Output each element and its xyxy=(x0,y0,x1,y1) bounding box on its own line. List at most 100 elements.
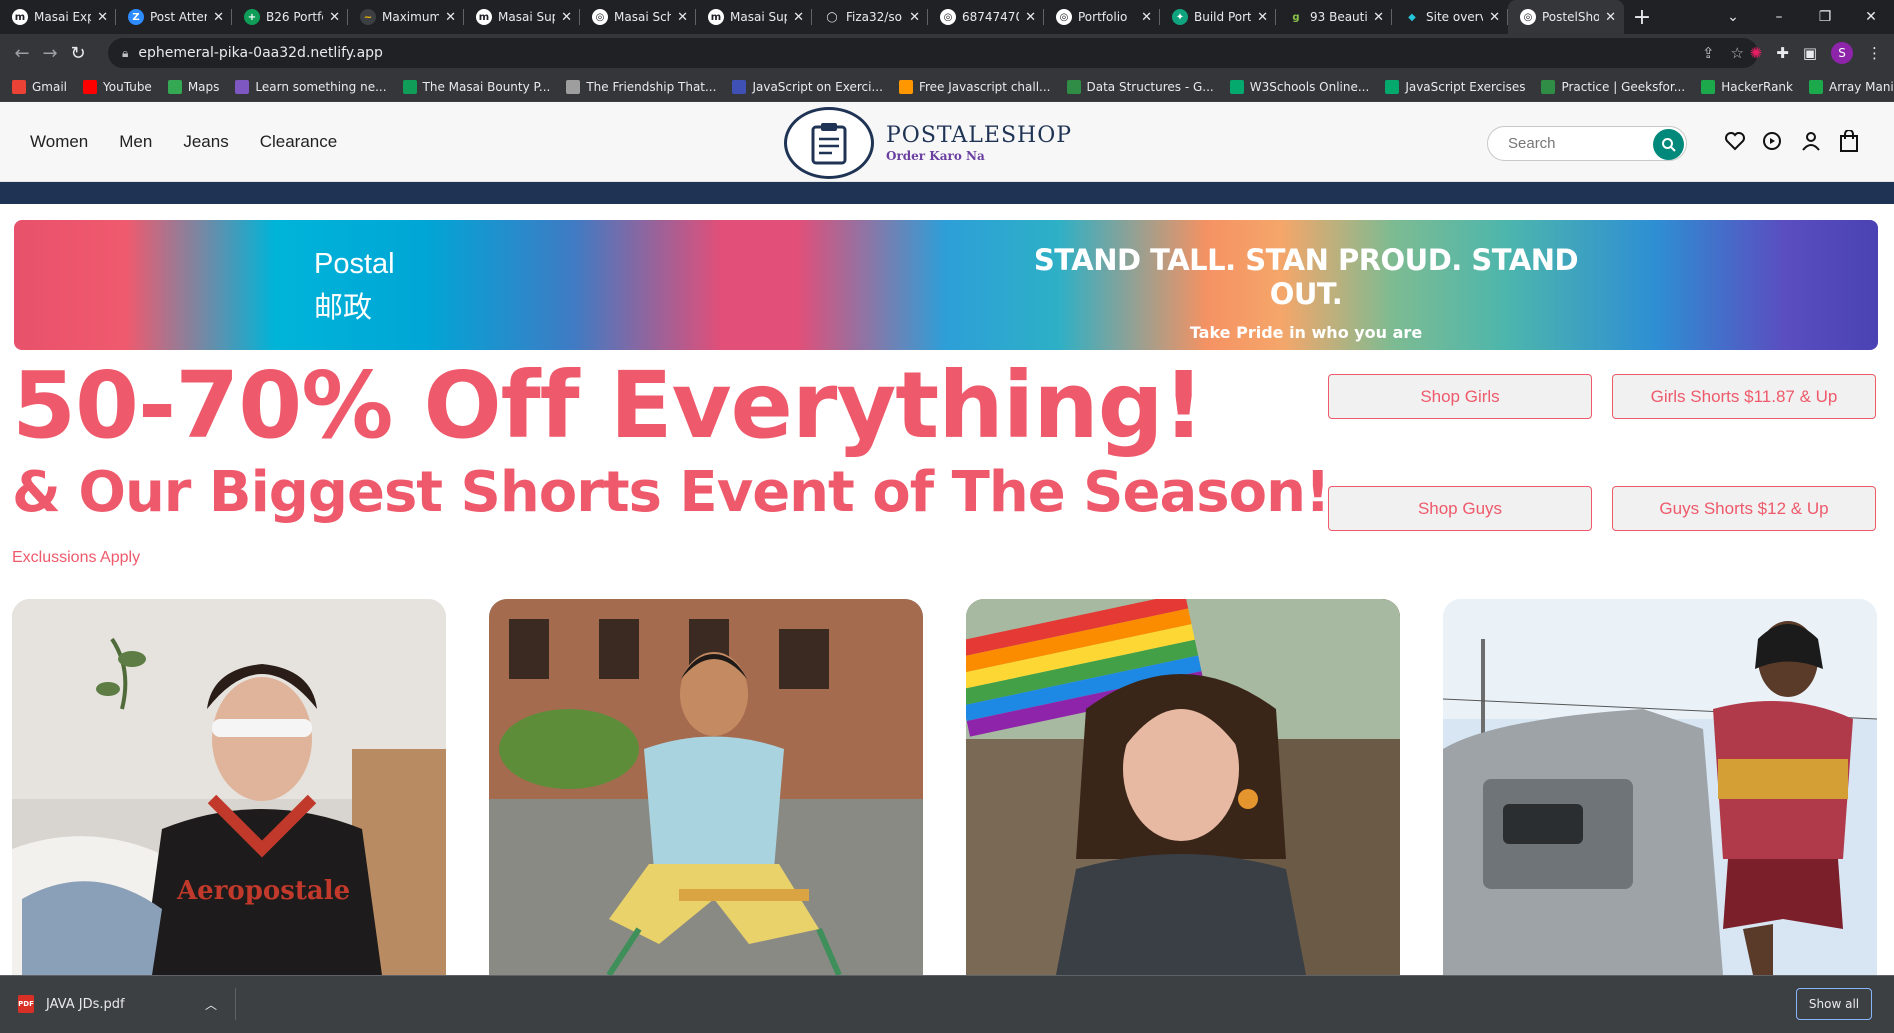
tab-title[interactable]: PostelSho xyxy=(1542,10,1599,24)
tab-close-icon[interactable]: ✕ xyxy=(1489,10,1500,25)
product-image-men-shorts[interactable] xyxy=(489,599,923,975)
bookmark-label[interactable]: The Friendship That... xyxy=(586,80,716,94)
browser-tab[interactable]: Z Post Atter ✕ xyxy=(116,0,232,34)
bookmark-label[interactable]: Free Javascript chall... xyxy=(919,80,1051,94)
account-user-icon[interactable] xyxy=(1800,128,1822,154)
reload-icon[interactable]: ↻ xyxy=(64,43,92,64)
new-tab-button[interactable]: + xyxy=(1624,0,1660,34)
wishlist-heart-icon[interactable] xyxy=(1724,128,1746,154)
bookmark-label[interactable]: The Masai Bounty P... xyxy=(423,80,551,94)
product-image-pride-flag[interactable] xyxy=(966,599,1400,975)
browser-tab[interactable]: ◆ Site overv ✕ xyxy=(1392,0,1508,34)
tab-close-icon[interactable]: ✕ xyxy=(1025,10,1036,25)
tab-close-icon[interactable]: ✕ xyxy=(1257,10,1268,25)
bookmark-item[interactable]: YouTube xyxy=(83,79,152,94)
search-button[interactable] xyxy=(1653,129,1684,160)
nav-women[interactable]: Women xyxy=(30,132,88,152)
bookmark-item[interactable]: Gmail xyxy=(12,79,67,94)
shop-girls-button[interactable]: Shop Girls xyxy=(1328,374,1592,419)
tab-title[interactable]: Site overv xyxy=(1426,10,1483,24)
bookmark-label[interactable]: Gmail xyxy=(32,80,67,94)
nav-jeans[interactable]: Jeans xyxy=(183,132,228,152)
store-locator-icon[interactable] xyxy=(1762,128,1784,154)
tab-close-icon[interactable]: ✕ xyxy=(561,10,572,25)
tab-close-icon[interactable]: ✕ xyxy=(909,10,920,25)
bookmark-label[interactable]: YouTube xyxy=(103,80,152,94)
tab-title[interactable]: Build Port xyxy=(1194,10,1251,24)
promo-banner[interactable]: Postal 邮政 STAND TALL. STAN PROUD. STAND … xyxy=(14,220,1878,367)
browser-tab[interactable]: ✦ Build Port ✕ xyxy=(1160,0,1276,34)
tab-close-icon[interactable]: ✕ xyxy=(1605,10,1616,25)
url-text[interactable]: ephemeral-pika-0aa32d.netlify.app xyxy=(138,45,1686,61)
tab-close-icon[interactable]: ✕ xyxy=(213,10,224,25)
tab-close-icon[interactable]: ✕ xyxy=(445,10,456,25)
chevron-up-icon[interactable]: ︿ xyxy=(205,996,217,1013)
side-panel-icon[interactable]: ▣ xyxy=(1803,44,1817,62)
tab-close-icon[interactable]: ✕ xyxy=(1141,10,1152,25)
bookmark-item[interactable]: JavaScript on Exerci... xyxy=(732,79,883,94)
download-filename[interactable]: JAVA JDs.pdf xyxy=(46,997,125,1012)
browser-tab[interactable]: ~ Maximum ✕ xyxy=(348,0,464,34)
bookmark-label[interactable]: JavaScript on Exerci... xyxy=(752,80,882,94)
guys-shorts-button[interactable]: Guys Shorts $12 & Up xyxy=(1612,486,1876,531)
lock-icon[interactable]: 🔒︎ xyxy=(122,46,128,61)
bookmark-item[interactable]: W3Schools Online... xyxy=(1229,79,1370,94)
tab-title[interactable]: Fiza32/so xyxy=(846,10,903,24)
menu-icon[interactable]: ⋮ xyxy=(1867,44,1882,62)
show-all-button[interactable]: Show all xyxy=(1796,988,1872,1020)
bookmark-item[interactable]: The Masai Bounty P... xyxy=(402,79,551,94)
product-image-track-jacket[interactable] xyxy=(1443,599,1877,975)
tab-title[interactable]: Portfolio xyxy=(1078,10,1135,24)
tab-close-icon[interactable]: ✕ xyxy=(677,10,688,25)
tab-title[interactable]: B26 Portfc xyxy=(266,10,323,24)
product-image-women-tee[interactable]: Aeropostale xyxy=(12,599,446,975)
share-icon[interactable]: ⇪ xyxy=(1702,44,1715,62)
restore-icon[interactable]: ❐ xyxy=(1802,9,1848,25)
tab-close-icon[interactable]: ✕ xyxy=(97,10,108,25)
tab-title[interactable]: 68747470 xyxy=(962,10,1019,24)
browser-tab[interactable]: ◯ Fiza32/so ✕ xyxy=(812,0,928,34)
profile-avatar[interactable]: S xyxy=(1831,42,1853,64)
tab-search-icon[interactable]: ⌄ xyxy=(1710,9,1756,25)
bookmark-item[interactable]: The Friendship That... xyxy=(566,79,716,94)
browser-tab[interactable]: ◎ 68747470 ✕ xyxy=(928,0,1044,34)
tab-title[interactable]: Post Atter xyxy=(150,10,207,24)
bookmark-item[interactable]: HackerRank xyxy=(1701,79,1793,94)
tab-title[interactable]: Masai Sch xyxy=(614,10,671,24)
bookmark-item[interactable]: Maps xyxy=(167,79,219,94)
bookmark-label[interactable]: HackerRank xyxy=(1721,80,1793,94)
browser-tab[interactable]: ◎ PostelSho ✕ xyxy=(1508,0,1624,34)
search-input[interactable] xyxy=(1508,135,1638,152)
bookmark-star-icon[interactable]: ☆ xyxy=(1731,44,1744,62)
bookmark-label[interactable]: JavaScript Exercises xyxy=(1405,80,1525,94)
close-window-icon[interactable]: ✕ xyxy=(1848,9,1894,25)
shop-guys-button[interactable]: Shop Guys xyxy=(1328,486,1592,531)
browser-tab[interactable]: m Masai Sup ✕ xyxy=(696,0,812,34)
bookmark-label[interactable]: Practice | Geeksfor... xyxy=(1561,80,1685,94)
bookmark-label[interactable]: Array Manipulation... xyxy=(1829,80,1894,94)
browser-tab[interactable]: m Masai Sup ✕ xyxy=(464,0,580,34)
bookmark-item[interactable]: Learn something ne... xyxy=(235,79,387,94)
tab-title[interactable]: Maximum xyxy=(382,10,439,24)
tab-title[interactable]: Masai Exp xyxy=(34,10,91,24)
extensions-icon[interactable]: ✚ xyxy=(1776,44,1789,62)
tab-title[interactable]: 93 Beauti xyxy=(1310,10,1367,24)
girls-shorts-button[interactable]: Girls Shorts $11.87 & Up xyxy=(1612,374,1876,419)
browser-tab[interactable]: ◎ Masai Sch ✕ xyxy=(580,0,696,34)
tab-close-icon[interactable]: ✕ xyxy=(1373,10,1384,25)
address-bar[interactable]: 🔒︎ ephemeral-pika-0aa32d.netlify.app ⇪ ☆ xyxy=(108,38,1758,68)
tab-close-icon[interactable]: ✕ xyxy=(329,10,340,25)
browser-tab[interactable]: g 93 Beauti ✕ xyxy=(1276,0,1392,34)
nav-clearance[interactable]: Clearance xyxy=(260,132,338,152)
tab-title[interactable]: Masai Sup xyxy=(730,10,787,24)
bookmark-label[interactable]: Learn something ne... xyxy=(255,80,386,94)
shopping-bag-icon[interactable] xyxy=(1838,128,1860,154)
bookmark-item[interactable]: JavaScript Exercises xyxy=(1385,79,1525,94)
back-icon[interactable]: ← xyxy=(8,43,36,64)
bookmark-label[interactable]: W3Schools Online... xyxy=(1250,80,1370,94)
browser-tab[interactable]: ◎ Portfolio ✕ xyxy=(1044,0,1160,34)
forward-icon[interactable]: → xyxy=(36,43,64,64)
bookmark-label[interactable]: Data Structures - G... xyxy=(1087,80,1214,94)
browser-tab[interactable]: + B26 Portfc ✕ xyxy=(232,0,348,34)
site-logo[interactable]: POSTALESHOP Order Karo Na xyxy=(784,107,1072,179)
